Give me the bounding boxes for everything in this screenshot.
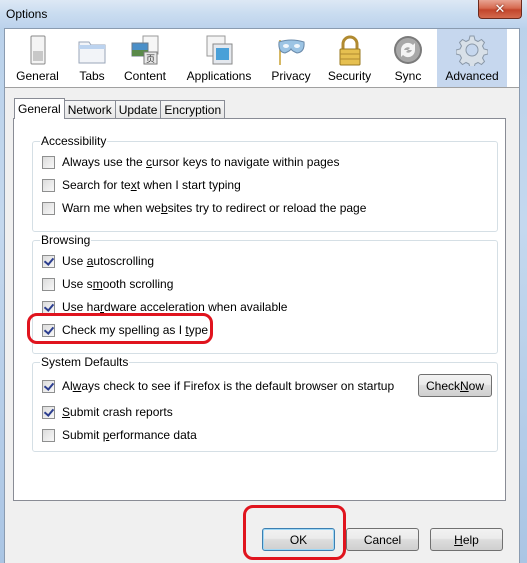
close-button[interactable]: ✕ [478, 0, 522, 19]
tabs-folder-icon [78, 41, 106, 64]
help-button[interactable]: Help [430, 528, 503, 551]
check-now-button[interactable]: Check Now [418, 374, 492, 397]
pane-privacy[interactable]: Privacy [262, 29, 320, 87]
accessibility-group: Accessibility Always use the cursor keys… [32, 133, 498, 232]
checkbox[interactable] [42, 254, 55, 268]
checkbox[interactable] [42, 405, 55, 419]
checkbox-check-spelling[interactable]: Check my spelling as I type [42, 321, 208, 339]
checkbox[interactable] [42, 178, 55, 192]
tab-encryption[interactable]: Encryption [160, 100, 226, 119]
tab-update[interactable]: Update [114, 100, 162, 119]
general-tab-panel: Accessibility Always use the cursor keys… [13, 118, 506, 501]
checkbox[interactable] [42, 379, 55, 393]
checkbox[interactable] [42, 201, 55, 215]
window-title: Options [6, 7, 48, 21]
checkbox[interactable] [42, 277, 55, 291]
checkbox[interactable] [42, 428, 55, 442]
pane-applications[interactable]: Applications [176, 29, 262, 87]
pane-advanced[interactable]: Advanced [437, 29, 507, 87]
content-page-icon: 页 [131, 35, 159, 65]
checkbox[interactable] [42, 155, 55, 169]
security-padlock-icon [339, 35, 360, 66]
checkbox[interactable] [42, 300, 55, 314]
checkbox-performance-data[interactable]: Submit performance data [42, 426, 197, 444]
svg-text:页: 页 [146, 54, 155, 64]
checkbox-warn-redirect[interactable]: Warn me when websites try to redirect or… [42, 199, 366, 217]
pane-content[interactable]: 页 Content [114, 29, 176, 87]
tab-strip: General Network Update Encryption [14, 98, 226, 119]
group-title: Browsing [40, 232, 92, 248]
advanced-gear-icon [456, 35, 488, 66]
tab-general[interactable]: General [14, 98, 65, 119]
browsing-group: Browsing Use autoscrolling Use smooth sc… [32, 232, 498, 354]
group-title: System Defaults [40, 354, 130, 370]
close-icon: ✕ [494, 1, 506, 17]
group-title: Accessibility [40, 133, 108, 149]
pane-sync[interactable]: Sync [379, 29, 437, 87]
pane-tabs[interactable]: Tabs [70, 29, 114, 87]
checkbox[interactable] [42, 323, 55, 337]
ok-button[interactable]: OK [262, 528, 335, 551]
checkbox-search-text[interactable]: Search for text when I start typing [42, 176, 241, 194]
checkbox-hardware-acceleration[interactable]: Use hardware acceleration when available [42, 298, 287, 316]
cancel-button[interactable]: Cancel [346, 528, 419, 551]
pane-security[interactable]: Security [320, 29, 379, 87]
sync-arrows-icon [394, 36, 422, 64]
checkbox-cursor-keys[interactable]: Always use the cursor keys to navigate w… [42, 153, 339, 171]
checkbox-crash-reports[interactable]: Submit crash reports [42, 403, 173, 421]
general-switch-icon [30, 35, 45, 65]
pane-general[interactable]: General [5, 29, 70, 87]
checkbox-smooth-scrolling[interactable]: Use smooth scrolling [42, 275, 173, 293]
checkbox-autoscrolling[interactable]: Use autoscrolling [42, 252, 154, 270]
applications-window-icon [206, 35, 233, 65]
checkbox-default-browser[interactable]: Always check to see if Firefox is the de… [42, 377, 394, 395]
pane-toolbar: General Tabs 页 Content Applications Priv… [5, 29, 519, 88]
tab-network[interactable]: Network [63, 100, 116, 119]
title-bar: Options ✕ [0, 0, 527, 28]
system-defaults-group: System Defaults Always check to see if F… [32, 354, 498, 452]
privacy-mask-icon [278, 39, 305, 65]
options-dialog: General Tabs 页 Content Applications Priv… [4, 28, 520, 563]
